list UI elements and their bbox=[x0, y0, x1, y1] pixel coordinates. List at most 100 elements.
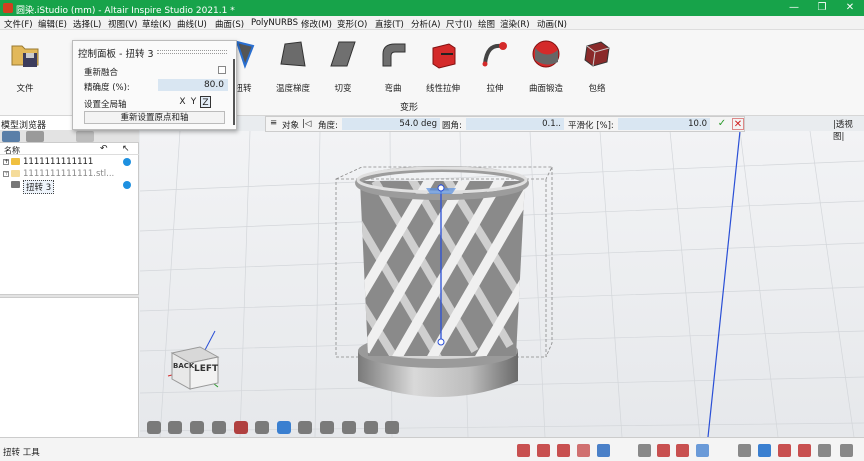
menu-drawing[interactable]: 绘图 bbox=[478, 18, 495, 30]
minimize-button[interactable]: — bbox=[780, 0, 808, 16]
ribbon-group-label: 变形 bbox=[400, 103, 419, 113]
pane-splitter[interactable] bbox=[0, 294, 139, 298]
surface-forge-tool[interactable]: 曲面锻造 bbox=[521, 36, 571, 102]
snap-grid-icon[interactable] bbox=[597, 444, 610, 457]
twist-origin-handle bbox=[437, 338, 445, 346]
grid-display-icon[interactable] bbox=[758, 444, 771, 457]
axis-xyz-icon[interactable] bbox=[738, 444, 751, 457]
scene-canvas bbox=[140, 131, 864, 437]
menu-dimension[interactable]: 尺寸(I) bbox=[446, 18, 472, 30]
menu-analyze[interactable]: 分析(A) bbox=[411, 18, 440, 30]
camera-icon[interactable] bbox=[385, 421, 399, 434]
tree-label: 1111111111111 bbox=[23, 157, 94, 167]
projection-label[interactable]: |透视图| bbox=[833, 118, 864, 142]
axis-y-button[interactable]: Y bbox=[188, 96, 199, 108]
browser-tab-model[interactable] bbox=[2, 131, 20, 142]
axis-x-button[interactable]: X bbox=[177, 96, 188, 108]
surface-forge-label: 曲面锻造 bbox=[528, 84, 563, 94]
menu-view[interactable]: 视图(V) bbox=[108, 18, 137, 30]
browser-tab-filter[interactable] bbox=[76, 131, 94, 142]
file-tool[interactable]: 文件 bbox=[0, 36, 50, 102]
section-view-icon[interactable] bbox=[234, 421, 248, 434]
ortho-grid-icon[interactable] bbox=[798, 444, 811, 457]
panel-scrollbar[interactable] bbox=[233, 59, 235, 125]
3d-viewport[interactable]: LEFT BACK bbox=[140, 131, 864, 437]
wrap-label: 包络 bbox=[588, 84, 606, 94]
reset-origin-axis-button[interactable]: 重新设置原点和轴 bbox=[84, 111, 225, 124]
flag-icon[interactable] bbox=[840, 444, 853, 457]
menu-curve[interactable]: 曲线(U) bbox=[177, 18, 207, 30]
globe-icon[interactable] bbox=[364, 421, 378, 434]
smooth-field[interactable]: 10.0 bbox=[618, 118, 710, 130]
zoom-icon[interactable] bbox=[298, 421, 312, 434]
menu-modify[interactable]: 修改(M) bbox=[301, 18, 332, 30]
snap-curve-icon[interactable] bbox=[517, 444, 530, 457]
tree-row-selected[interactable]: 扭转 3 bbox=[0, 179, 139, 194]
visibility-icon[interactable] bbox=[147, 421, 161, 434]
shaded-view-icon[interactable] bbox=[168, 421, 182, 434]
rounding-field[interactable]: 0.1.. bbox=[466, 118, 564, 130]
axis-z-button[interactable]: Z bbox=[200, 96, 211, 108]
precision-label: 精确度 (%): bbox=[84, 83, 130, 93]
menu-surface[interactable]: 曲面(S) bbox=[215, 18, 244, 30]
pick-icon[interactable] bbox=[676, 444, 689, 457]
bend-tool[interactable]: 弯曲 bbox=[368, 36, 418, 102]
select-mode-icon[interactable] bbox=[638, 444, 651, 457]
smooth-label: 平滑化 [%]: bbox=[568, 121, 614, 131]
grid-toggle-icon[interactable] bbox=[277, 421, 291, 434]
taper-tool[interactable]: 温度梯度 bbox=[268, 36, 318, 102]
precision-field[interactable]: 80.0 bbox=[158, 79, 228, 91]
apply-check-icon[interactable]: ✓ bbox=[716, 118, 728, 130]
menu-file[interactable]: 文件(F) bbox=[4, 18, 33, 30]
restore-button[interactable]: ❐ bbox=[808, 0, 836, 16]
filter-icon[interactable] bbox=[657, 444, 670, 457]
panel-grip[interactable] bbox=[157, 50, 227, 54]
taper-icon bbox=[280, 41, 306, 67]
house-view-icon[interactable] bbox=[190, 421, 204, 434]
snap-edge-icon[interactable] bbox=[557, 444, 570, 457]
wrap-icon bbox=[584, 41, 610, 67]
pan-icon[interactable] bbox=[342, 421, 356, 434]
object-label[interactable]: 对象 bbox=[282, 119, 299, 131]
menu-polynurbs[interactable]: PolyNURBS bbox=[251, 18, 298, 28]
construction-plane-icon[interactable] bbox=[696, 444, 709, 457]
remerge-checkbox[interactable] bbox=[218, 66, 226, 74]
angle-field[interactable]: 54.0 deg bbox=[342, 118, 440, 130]
menu-select[interactable]: 选择(L) bbox=[73, 18, 101, 30]
visible-check-icon[interactable] bbox=[123, 181, 131, 189]
browser-tabs bbox=[0, 130, 139, 143]
tree-row[interactable]: + 1111111111111 bbox=[0, 156, 139, 168]
menu-lines-icon[interactable]: ≡ bbox=[270, 118, 277, 128]
view-cube-front-label[interactable]: LEFT bbox=[194, 364, 218, 374]
column-name: 名称 bbox=[4, 146, 20, 155]
expand-icon[interactable]: + bbox=[3, 159, 9, 165]
snap-surface-icon[interactable] bbox=[537, 444, 550, 457]
stretch-tool[interactable]: 拉伸 bbox=[470, 36, 520, 102]
menu-render[interactable]: 渲染(R) bbox=[500, 18, 530, 30]
box-view-icon[interactable] bbox=[212, 421, 226, 434]
linear-stretch-tool[interactable]: 线性拉伸 bbox=[418, 36, 468, 102]
wrap-tool[interactable]: 包络 bbox=[572, 36, 622, 102]
expand-icon[interactable]: + bbox=[3, 171, 9, 177]
control-panel: 控制面板 - 扭转 3 重新融合 精确度 (%): 80.0 设置全局轴 X Y… bbox=[72, 40, 237, 130]
browser-header: 名称 ↶ ↖ bbox=[0, 144, 139, 155]
browser-tab-layers[interactable] bbox=[26, 131, 44, 142]
snap-point-icon[interactable] bbox=[577, 444, 590, 457]
menu-sketch[interactable]: 草绘(K) bbox=[142, 18, 171, 30]
menu-edit[interactable]: 编辑(E) bbox=[38, 18, 67, 30]
model-browser: 模型浏览器 名称 ↶ ↖ + 1111111111111 + 111111111… bbox=[0, 116, 139, 437]
view-cube-side-label[interactable]: BACK bbox=[173, 362, 194, 370]
grid-snap-icon[interactable] bbox=[778, 444, 791, 457]
menu-direct[interactable]: 直接(T) bbox=[375, 18, 404, 30]
stretch-icon bbox=[482, 42, 507, 67]
diamond-icon[interactable] bbox=[818, 444, 831, 457]
rotate-icon[interactable] bbox=[320, 421, 334, 434]
remerge-label: 重新融合 bbox=[84, 68, 119, 78]
visible-check-icon[interactable] bbox=[123, 158, 131, 166]
sphere-view-icon[interactable] bbox=[255, 421, 269, 434]
menu-animate[interactable]: 动画(N) bbox=[537, 18, 567, 30]
shear-tool[interactable]: 切变 bbox=[318, 36, 368, 102]
close-button[interactable]: ✕ bbox=[836, 0, 864, 16]
step-back-icon[interactable]: |◁ bbox=[302, 119, 311, 129]
cancel-x-icon[interactable]: ✕ bbox=[732, 118, 744, 130]
